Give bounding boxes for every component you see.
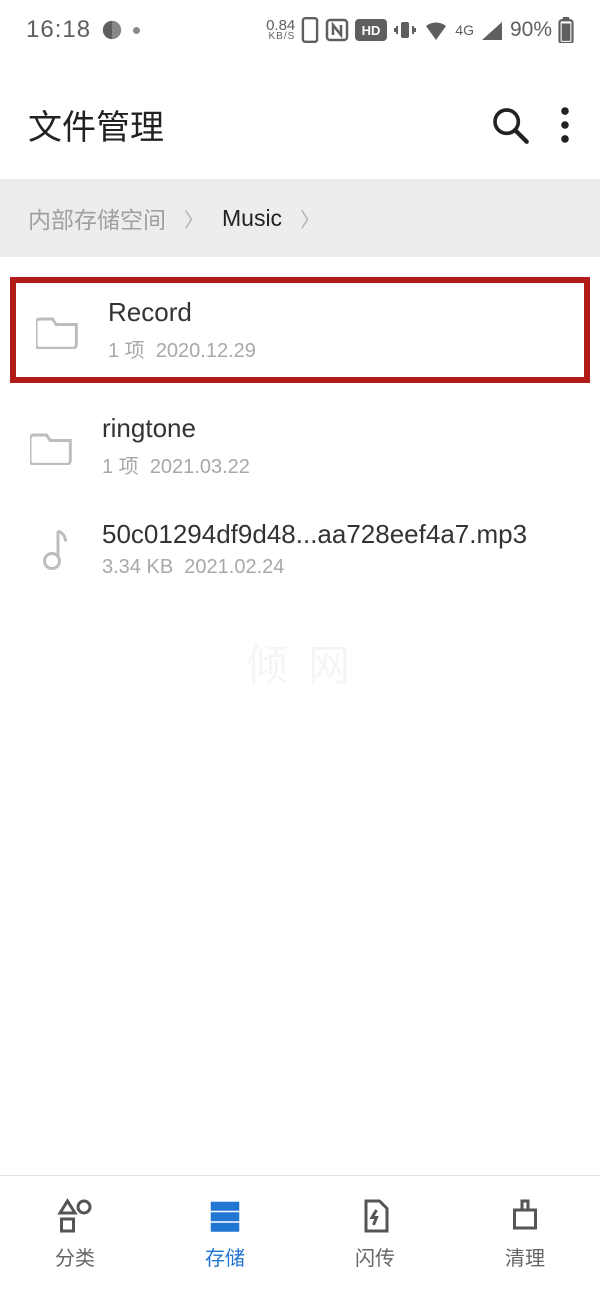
signal-icon bbox=[480, 20, 504, 40]
row-body: 50c01294df9d48...aa728eef4a7.mp3 3.34 KB… bbox=[102, 519, 572, 579]
chevron-right-icon: 〉 bbox=[184, 204, 204, 233]
folder-icon bbox=[28, 427, 76, 465]
row-body: Record 1 项 2020.12.29 bbox=[108, 297, 566, 363]
folder-row-record[interactable]: Record 1 项 2020.12.29 bbox=[10, 277, 590, 383]
nav-label: 清理 bbox=[505, 1242, 545, 1271]
globe-icon bbox=[101, 19, 123, 41]
header-actions bbox=[490, 105, 570, 145]
file-row-mp3[interactable]: 50c01294df9d48...aa728eef4a7.mp3 3.34 KB… bbox=[0, 499, 600, 599]
battery-icon bbox=[558, 17, 574, 43]
music-note-icon bbox=[28, 528, 76, 570]
nav-label: 存储 bbox=[205, 1242, 245, 1271]
app-header: 文件管理 bbox=[0, 60, 600, 179]
network-speed: 0.84 KB/S bbox=[266, 19, 295, 42]
status-time: 16:18 bbox=[26, 16, 91, 44]
status-left: 16:18 bbox=[26, 16, 140, 44]
status-bar: 16:18 0.84 KB/S HD 4G 90% bbox=[0, 0, 600, 60]
row-title: ringtone bbox=[102, 413, 572, 444]
row-sub: 1 项 2020.12.29 bbox=[108, 334, 566, 363]
search-icon[interactable] bbox=[490, 105, 530, 145]
folder-row-ringtone[interactable]: ringtone 1 项 2021.03.22 bbox=[0, 393, 600, 499]
nav-flash[interactable]: 闪传 bbox=[300, 1176, 450, 1293]
nav-clean[interactable]: 清理 bbox=[450, 1176, 600, 1293]
crumb-current[interactable]: Music bbox=[222, 205, 282, 232]
row-title: 50c01294df9d48...aa728eef4a7.mp3 bbox=[102, 519, 572, 550]
dot-icon bbox=[133, 27, 140, 34]
nav-storage[interactable]: 存储 bbox=[150, 1176, 300, 1293]
wifi-icon bbox=[423, 20, 449, 40]
row-title: Record bbox=[108, 297, 566, 328]
battery-percent: 90% bbox=[510, 18, 552, 42]
broom-icon bbox=[507, 1198, 543, 1234]
flash-transfer-icon bbox=[357, 1198, 393, 1234]
nav-label: 分类 bbox=[55, 1242, 95, 1271]
bottom-nav: 分类 存储 闪传 清理 bbox=[0, 1175, 600, 1293]
row-sub: 3.34 KB 2021.02.24 bbox=[102, 556, 572, 579]
hd-badge-icon: HD bbox=[355, 19, 387, 41]
nav-category[interactable]: 分类 bbox=[0, 1176, 150, 1293]
file-list: Record 1 项 2020.12.29 ringtone 1 项 2021.… bbox=[0, 257, 600, 599]
vibrate-icon bbox=[393, 18, 417, 42]
network-type: 4G bbox=[455, 22, 474, 38]
breadcrumb: 内部存储空间 〉 Music 〉 bbox=[0, 179, 600, 257]
status-right: 0.84 KB/S HD 4G 90% bbox=[266, 17, 574, 43]
nfc-icon bbox=[325, 18, 349, 42]
row-body: ringtone 1 项 2021.03.22 bbox=[102, 413, 572, 479]
more-icon[interactable] bbox=[560, 106, 570, 144]
chevron-right-icon: 〉 bbox=[300, 204, 320, 233]
svg-text:HD: HD bbox=[362, 23, 381, 38]
watermark: 倾 网 bbox=[0, 632, 600, 693]
category-icon bbox=[57, 1198, 93, 1234]
nav-label: 闪传 bbox=[355, 1242, 395, 1271]
storage-icon bbox=[207, 1198, 243, 1234]
folder-icon bbox=[34, 311, 82, 349]
phone-icon bbox=[301, 17, 319, 43]
row-sub: 1 项 2021.03.22 bbox=[102, 450, 572, 479]
crumb-root[interactable]: 内部存储空间 bbox=[28, 201, 166, 235]
page-title: 文件管理 bbox=[28, 100, 164, 149]
